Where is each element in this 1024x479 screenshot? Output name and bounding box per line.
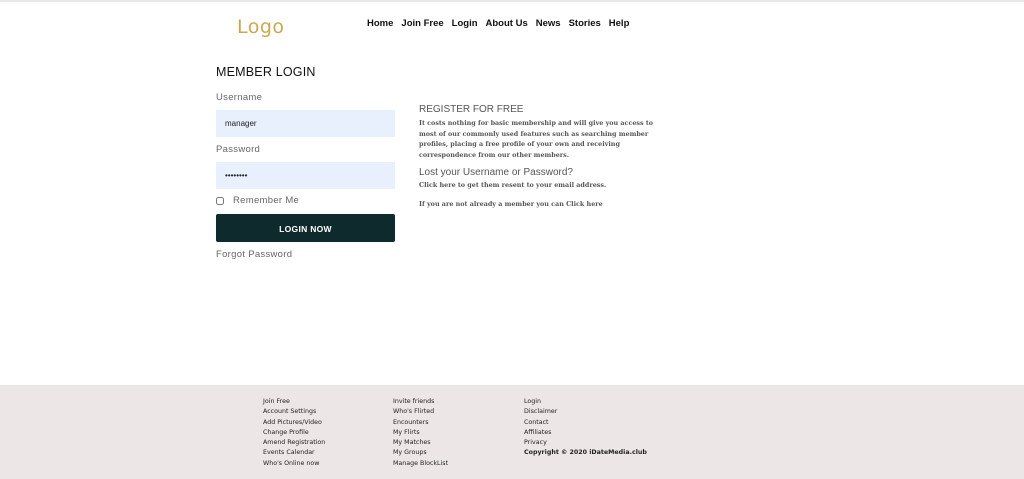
nav-home[interactable]: Home [367, 18, 393, 29]
footer-link[interactable]: Events Calendar [263, 448, 325, 458]
remember-me-checkbox[interactable] [216, 196, 224, 205]
footer-link[interactable]: Who's Online now [263, 459, 325, 469]
nav-news[interactable]: News [536, 18, 561, 29]
footer-link[interactable]: My Flirts [393, 428, 448, 438]
footer-link[interactable]: Affiliates [524, 428, 647, 438]
footer-column-3: Login Disclaimer Contact Affiliates Priv… [524, 397, 647, 459]
footer: Join Free Account Settings Add Pictures/… [0, 385, 1024, 479]
footer-link[interactable]: My Groups [393, 448, 448, 458]
register-title: REGISTER FOR FREE [419, 104, 524, 115]
remember-me-row: Remember Me [216, 195, 299, 206]
lost-credentials-title: Lost your Username or Password? [419, 167, 573, 178]
footer-column-2: Invite friends Who's Flirted Encounters … [393, 397, 448, 469]
nav-about-us[interactable]: About Us [486, 18, 528, 29]
footer-link[interactable]: My Matches [393, 438, 448, 448]
member-login-title: MEMBER LOGIN [216, 65, 316, 79]
footer-column-1: Join Free Account Settings Add Pictures/… [263, 397, 325, 469]
footer-link[interactable]: Manage BlockList [393, 459, 448, 469]
main-nav: Home Join Free Login About Us News Stori… [367, 18, 637, 29]
nav-join-free[interactable]: Join Free [401, 18, 443, 29]
username-label: Username [216, 92, 263, 103]
password-input[interactable] [216, 162, 395, 189]
site-logo[interactable]: Logo [237, 16, 285, 38]
top-border [0, 0, 1024, 2]
footer-link[interactable]: Join Free [263, 397, 325, 407]
footer-link[interactable]: Invite friends [393, 397, 448, 407]
footer-link[interactable]: Change Profile [263, 428, 325, 438]
join-click-here-link[interactable]: If you are not already a member you can … [419, 200, 603, 208]
nav-help[interactable]: Help [609, 18, 630, 29]
footer-link[interactable]: Contact [524, 418, 647, 428]
footer-link[interactable]: Amend Registration [263, 438, 325, 448]
nav-login[interactable]: Login [452, 18, 478, 29]
footer-link[interactable]: Login [524, 397, 647, 407]
login-now-button[interactable]: LOGIN NOW [216, 214, 395, 242]
forgot-password-link[interactable]: Forgot Password [216, 249, 292, 260]
copyright-text: Copyright © 2020 iDateMedia.club [524, 449, 647, 457]
resend-credentials-link[interactable]: Click here to get them resent to your em… [419, 181, 606, 189]
footer-link[interactable]: Account Settings [263, 407, 325, 417]
remember-me-label: Remember Me [233, 195, 300, 206]
footer-link[interactable]: Disclaimer [524, 407, 647, 417]
password-label: Password [216, 144, 261, 155]
nav-stories[interactable]: Stories [569, 18, 601, 29]
username-input[interactable] [216, 110, 395, 137]
footer-link[interactable]: Privacy [524, 438, 647, 448]
footer-link[interactable]: Who's Flirted [393, 407, 448, 417]
footer-link[interactable]: Add Pictures/Video [263, 418, 325, 428]
footer-link[interactable]: Encounters [393, 418, 448, 428]
register-description: It costs nothing for basic membership an… [419, 119, 654, 159]
